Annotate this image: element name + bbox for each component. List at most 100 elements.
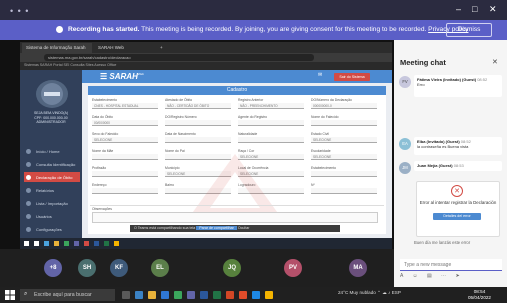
form-field-input[interactable] (311, 188, 377, 194)
form-field-input[interactable]: SELECIONE (311, 137, 377, 143)
form-field-input[interactable] (92, 188, 158, 194)
form-field-input[interactable] (92, 171, 158, 177)
form-field-label: Data do Óbito (92, 115, 113, 119)
search-icon: ⌕ (24, 291, 28, 297)
form-field-input[interactable]: CNES - HOSPITAL ESTADUAL (92, 103, 158, 109)
chat-message: Juan Mejía (Guest) 08:53 (414, 161, 502, 171)
close-icon[interactable]: ✕ (492, 58, 498, 66)
sidebar-item-configuracoes[interactable]: Configurações (24, 224, 80, 234)
mail-icon[interactable] (161, 291, 169, 299)
notification-icon[interactable]: ✉ (318, 72, 322, 78)
form-field-input[interactable] (165, 137, 231, 143)
file-explorer-icon[interactable] (148, 291, 156, 299)
participant-avatar[interactable]: PV (284, 259, 302, 277)
form-field-input[interactable] (165, 120, 231, 126)
participant-avatar[interactable]: SH (78, 259, 96, 277)
form-field-input[interactable]: SELECIONE (311, 154, 377, 160)
app-icon[interactable] (265, 291, 273, 299)
excel-icon[interactable] (213, 291, 221, 299)
form-title: Cadastro (88, 86, 386, 95)
message-time: 08:53 (453, 163, 464, 168)
maximize-icon[interactable]: □ (472, 4, 477, 14)
form-field-label: Estado Civil (311, 132, 329, 136)
user-avatar (36, 80, 68, 108)
form-field-label: DO/Registro Número (165, 115, 197, 119)
new-tab-icon[interactable]: + (156, 43, 168, 53)
sidebar-item-label: Declaração de Óbito (36, 175, 73, 180)
stop-sharing-button[interactable]: Parar de compartilhar (196, 226, 237, 230)
participant-avatar[interactable]: JQ (223, 259, 241, 277)
error-icon: ✕ (451, 185, 463, 197)
form-field-input[interactable]: NÃO - CERTIDÃO DE ÓBITO (165, 103, 231, 109)
form-field-label: Agente do Registro (238, 115, 268, 119)
clock-date: 05/04/2022 (468, 294, 491, 300)
form-field-input[interactable]: NÃO - PREENCHIMENTO (238, 103, 304, 109)
shared-taskbar-icon (84, 241, 89, 246)
shared-taskbar-icon (94, 241, 99, 246)
sidebar-item-home[interactable]: Início / Home (24, 146, 80, 156)
sidebar-item-usuarios[interactable]: Usuários (24, 211, 80, 221)
more-options-icon[interactable]: • • • (10, 6, 29, 16)
taskbar-clock[interactable]: 08:54 05/04/2022 (468, 289, 491, 300)
message-author: Juan Mejía (Guest) (417, 163, 453, 168)
form-field-input[interactable] (311, 120, 377, 126)
sidebar-item-importacao[interactable]: Lista / Importação (24, 198, 80, 208)
participant-avatar[interactable]: KF (110, 259, 128, 277)
sidebar-item-declaracao[interactable]: Declaração de Óbito (24, 172, 80, 182)
powerpoint-icon[interactable] (226, 291, 234, 299)
form-field-input[interactable] (238, 137, 304, 143)
form-field-label: DO/Número da Declaração (311, 98, 352, 102)
form-field-input[interactable] (92, 154, 158, 160)
app-icon[interactable] (252, 291, 260, 299)
sidebar-item-label: Lista / Importação (36, 201, 68, 206)
address-bar[interactable]: sistemas.ma.gov.br/sarah/cadastro/declar… (44, 54, 314, 61)
menu-icon[interactable]: ☰ (100, 72, 109, 81)
shared-taskbar-icon (114, 241, 119, 246)
recording-banner: Recording has started. This meeting is b… (0, 20, 507, 40)
taskbar-search[interactable]: ⌕ Escribe aquí para buscar (20, 289, 115, 301)
form-field-input[interactable]: 00/00/0000 (92, 120, 158, 126)
form-field-input[interactable] (238, 120, 304, 126)
chat-toolbar-icons[interactable]: A ☺ ▤ ⋯ ➤ (400, 273, 464, 279)
browser-tab[interactable]: SARAH Web (94, 43, 154, 53)
observations-textarea[interactable] (92, 212, 378, 223)
shared-taskbar-icon (64, 241, 69, 246)
form-field-label: Bairro (165, 183, 175, 187)
teams-title-bar: • • • – □ ✕ (0, 0, 507, 20)
participant-avatar[interactable]: MA (349, 259, 367, 277)
chrome-icon[interactable] (174, 291, 182, 299)
error-details-button: Detalles del error (433, 213, 481, 220)
participant-avatar[interactable]: +8 (44, 259, 62, 277)
close-icon[interactable]: ✕ (489, 4, 497, 15)
logout-button[interactable]: Sair do Sistema (334, 73, 370, 81)
chat-message-input[interactable]: Type a new message (400, 259, 502, 271)
system-tray[interactable]: 24°C Muy nublado ⌃ ☁ ♪ ESP (338, 290, 401, 296)
sidebar-item-consulta[interactable]: Consulta Identificação (24, 159, 80, 169)
sidebar-item-label: Relatórios (36, 188, 55, 193)
form-field-label: Endereço (92, 183, 107, 187)
participant-avatar[interactable]: EL (151, 259, 169, 277)
bookmarks-bar[interactable]: Sistemas SARAH Portal SEI Consulta Sites… (20, 62, 392, 70)
chat-message-preview: Buen día me lanzás este error (414, 240, 471, 245)
hide-button[interactable]: Ocultar (238, 226, 250, 230)
error-message: Error al intentar registrar la Declaraci… (419, 200, 497, 205)
dismiss-button[interactable]: Dismiss (446, 23, 492, 37)
form-field-label: Estabelecimento (311, 166, 337, 170)
form-field-label: Estabelecimento (92, 98, 118, 102)
minimize-icon[interactable]: – (456, 4, 461, 14)
form-field-input[interactable] (311, 171, 377, 177)
teams-icon[interactable] (187, 291, 195, 299)
word-icon[interactable] (200, 291, 208, 299)
form-field-input[interactable]: SELECIONE (92, 137, 158, 143)
browser-tab[interactable]: Sistema de Informação Sarah (22, 43, 92, 53)
message-time: 08:52 (477, 77, 488, 82)
windows-start-icon[interactable] (5, 290, 15, 300)
app-icon[interactable] (239, 291, 247, 299)
sidebar-item-relatorios[interactable]: Relatórios (24, 185, 80, 195)
shared-taskbar-icon (74, 241, 79, 246)
task-view-icon[interactable] (122, 291, 130, 299)
form-field-input[interactable]: 000000000-0 (311, 103, 377, 109)
user-line: ADMINISTRADOR (36, 120, 66, 124)
browser-toolbar: sistemas.ma.gov.br/sarah/cadastro/declar… (20, 53, 392, 62)
edge-icon[interactable] (135, 291, 143, 299)
